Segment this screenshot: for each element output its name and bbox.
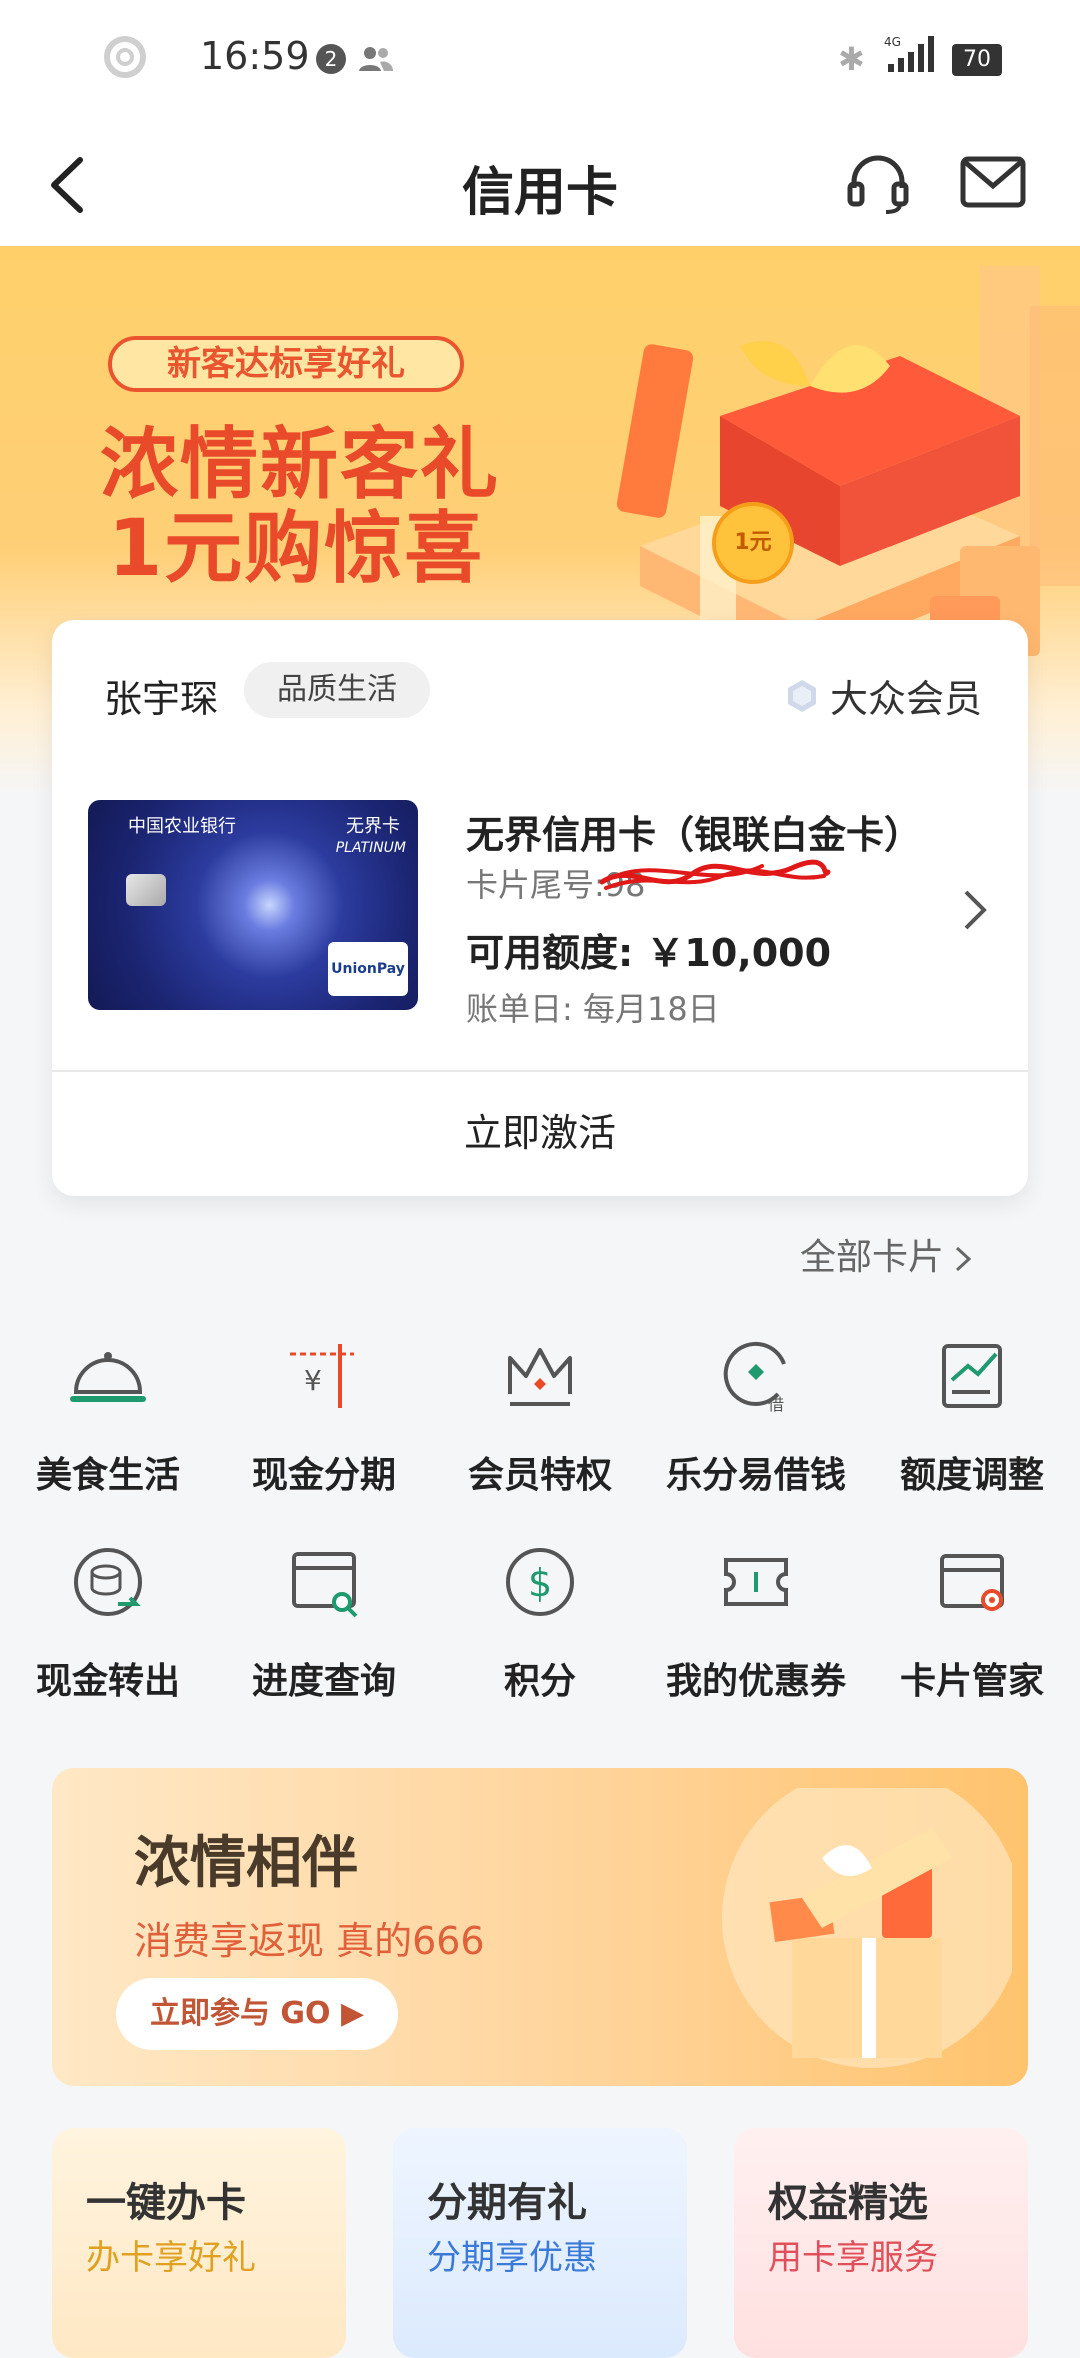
bluetooth-icon: ✱ xyxy=(838,40,865,78)
service-label: 进度查询 xyxy=(251,1661,396,1702)
card-brand-label: 无界卡 xyxy=(346,816,400,837)
cash-installment-icon: ¥ xyxy=(290,1344,354,1408)
gift-box-illustration xyxy=(722,1788,1012,2068)
tile-benefits[interactable]: 权益精选 用卡享服务 xyxy=(734,2128,1028,2358)
service-limit-adjust[interactable]: 额度调整 xyxy=(864,1334,1080,1498)
membership-icon xyxy=(788,680,816,712)
join-now-button[interactable]: 立即参与 GO ▶ xyxy=(116,1978,398,2050)
service-cash-installment[interactable]: ¥ 现金分期 xyxy=(216,1334,432,1498)
service-card-manager[interactable]: 卡片管家 xyxy=(864,1540,1080,1704)
mail-icon[interactable] xyxy=(960,156,1026,208)
tile-installment[interactable]: 分期有礼 分期享优惠 xyxy=(393,2128,687,2358)
card-panel: 张宇琛 品质生活 大众会员 中国农业银行 无界卡 PLATINUM UnionP… xyxy=(52,620,1028,1196)
chevron-right-icon[interactable] xyxy=(962,888,988,932)
limit-adjust-icon xyxy=(942,1344,1002,1408)
signal-icon: 4G xyxy=(884,35,934,72)
contacts-icon xyxy=(359,47,393,71)
status-time: 16:59 xyxy=(200,34,310,78)
customer-service-icon[interactable] xyxy=(846,152,910,214)
loan-icon: 借 xyxy=(723,1341,786,1414)
cloche-icon xyxy=(70,1352,146,1402)
service-label: 美食生活 xyxy=(35,1455,180,1496)
hero-subheadline: 1元购惊喜 xyxy=(108,504,485,594)
service-label: 乐分易借钱 xyxy=(665,1455,846,1496)
svg-text:借: 借 xyxy=(768,1395,784,1414)
available-limit: 可用额度: ￥10,000 xyxy=(466,931,832,975)
membership-level[interactable]: 大众会员 xyxy=(830,668,982,723)
service-label: 会员特权 xyxy=(467,1455,612,1496)
service-progress-query[interactable]: 进度查询 xyxy=(216,1540,432,1704)
billing-day: 账单日: 每月18日 xyxy=(466,990,720,1028)
promo-subtitle: 消费享返现 真的666 xyxy=(134,1919,485,1963)
screen-record-icon xyxy=(104,36,146,78)
service-food[interactable]: 美食生活 xyxy=(0,1334,216,1498)
page-title: 信用卡 xyxy=(461,163,618,223)
tile-apply-card[interactable]: 一键办卡 办卡享好礼 xyxy=(52,2128,346,2358)
tile-title: 一键办卡 xyxy=(86,2180,246,2226)
notification-badge: 2 xyxy=(316,44,346,74)
status-bar: 16:59 2 ✱ 4G 70 xyxy=(0,0,1080,120)
service-cash-transfer[interactable]: 现金转出 xyxy=(0,1540,216,1704)
credit-card-image[interactable]: 中国农业银行 无界卡 PLATINUM UnionPay 银联 xyxy=(88,800,418,1010)
promo-title: 浓情相伴 xyxy=(134,1831,358,1896)
service-label: 积分 xyxy=(503,1661,576,1702)
tile-title: 分期有礼 xyxy=(427,2180,587,2226)
hero-tag: 新客达标享好礼 xyxy=(108,336,464,392)
service-member-privilege[interactable]: 会员特权 xyxy=(432,1334,648,1498)
tile-title: 权益精选 xyxy=(768,2180,928,2226)
service-label: 额度调整 xyxy=(899,1455,1044,1496)
cash-transfer-icon xyxy=(74,1548,142,1616)
points-icon: $ xyxy=(506,1548,574,1616)
card-manager-icon xyxy=(940,1554,1004,1611)
chevron-right-icon xyxy=(956,1246,972,1272)
all-cards-link[interactable]: 全部卡片 xyxy=(800,1228,972,1280)
service-label: 现金转出 xyxy=(35,1661,180,1702)
svg-text:¥: ¥ xyxy=(304,1364,322,1397)
all-cards-label: 全部卡片 xyxy=(800,1237,945,1278)
coupon-icon xyxy=(724,1558,788,1606)
card-chip xyxy=(126,874,166,906)
service-label: 卡片管家 xyxy=(899,1661,1044,1702)
service-label: 现金分期 xyxy=(251,1455,396,1496)
service-loan[interactable]: 借 乐分易借钱 xyxy=(648,1334,864,1498)
unionpay-logo: UnionPay 银联 xyxy=(328,942,408,996)
service-label: 我的优惠券 xyxy=(665,1661,846,1702)
tile-subtitle: 办卡享好礼 xyxy=(86,2238,256,2278)
card-name: 无界信用卡（银联白金卡） xyxy=(466,813,923,857)
network-type-label: 4G xyxy=(884,35,901,49)
tile-subtitle: 用卡享服务 xyxy=(768,2238,938,2278)
battery-indicator: 70 xyxy=(952,44,1002,76)
activate-button[interactable]: 立即激活 xyxy=(52,1070,1028,1196)
service-coupons[interactable]: 我的优惠券 xyxy=(648,1540,864,1704)
card-bank-name: 中国农业银行 xyxy=(128,816,236,837)
service-points[interactable]: $ 积分 xyxy=(432,1540,648,1704)
progress-search-icon xyxy=(292,1552,358,1618)
nav-bar: 信用卡 xyxy=(0,120,1080,246)
redaction-scribble xyxy=(599,859,831,890)
tile-subtitle: 分期享优惠 xyxy=(427,2238,597,2278)
card-tier-label: PLATINUM xyxy=(335,840,406,856)
back-arrow-icon[interactable] xyxy=(40,150,100,220)
svg-text:$: $ xyxy=(528,1561,552,1605)
cardholder-name: 张宇琛 xyxy=(104,677,219,721)
crown-icon xyxy=(508,1348,572,1406)
one-yuan-coin: 1元 xyxy=(712,502,794,584)
promo-banner[interactable]: 浓情相伴 消费享返现 真的666 立即参与 GO ▶ xyxy=(52,1768,1028,2086)
lifestyle-tag[interactable]: 品质生活 xyxy=(244,662,430,718)
